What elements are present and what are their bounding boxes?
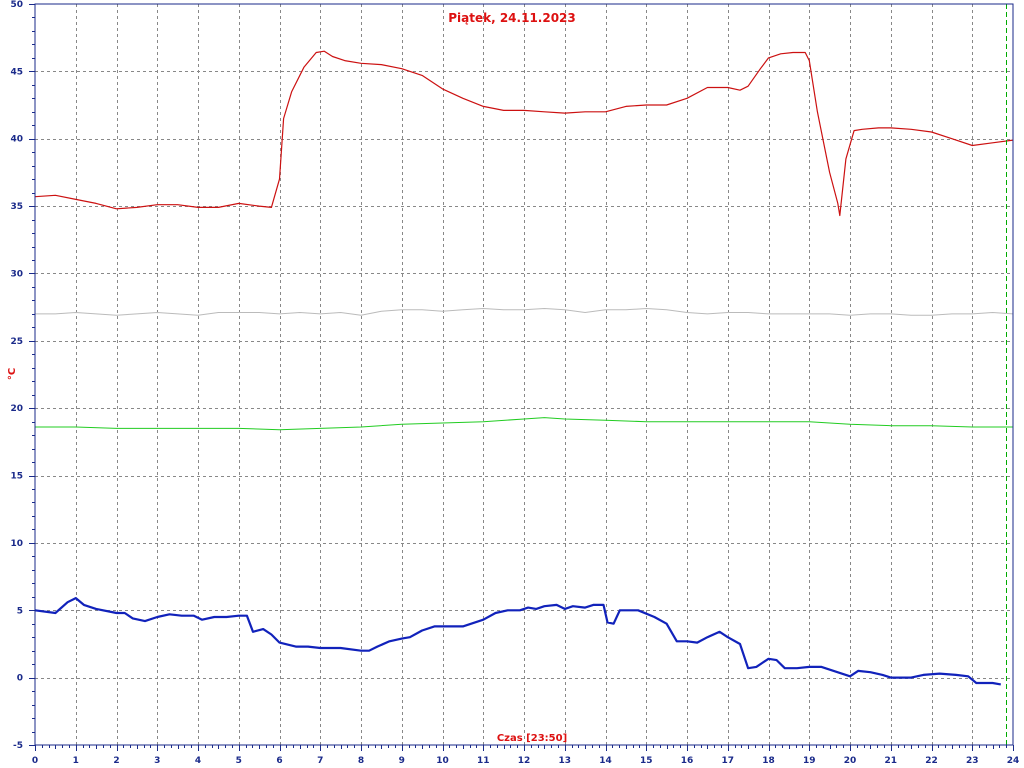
x-tick-label: 12 (518, 756, 531, 766)
x-tick-label: 15 (640, 756, 653, 766)
x-tick-label: 23 (966, 756, 979, 766)
y-tick-label: 20 (10, 404, 23, 414)
y-tick-label: 30 (10, 269, 23, 279)
x-tick-label: 0 (32, 756, 38, 766)
x-tick-label: 7 (317, 756, 323, 766)
chart-title: Piątek, 24.11.2023 (448, 11, 576, 25)
y-tick-label: 40 (10, 135, 23, 145)
x-tick-label: 18 (762, 756, 775, 766)
x-tick-label: 22 (925, 756, 938, 766)
y-tick-label: 10 (10, 539, 23, 549)
y-axis-label: °C (7, 368, 18, 380)
temperature-chart: -5051015202530354045500 1 2 3 4 5 6 7 8 9 10 11 12 13… (0, 0, 1024, 768)
x-axis-label: Czas [23:50] (497, 733, 567, 744)
x-tick-label: 21 (884, 756, 897, 766)
x-tick-label: 10 (436, 756, 449, 766)
x-tick-label: 1 (73, 756, 79, 766)
y-tick-label: 25 (10, 337, 23, 347)
y-tick-label: 15 (10, 472, 23, 482)
y-tick-label: 35 (10, 202, 23, 212)
x-tick-label: 16 (681, 756, 694, 766)
y-tick-label: -5 (13, 741, 23, 751)
x-tick-label: 5 (236, 756, 242, 766)
x-tick-label: 4 (195, 756, 201, 766)
y-tick-label: 5 (17, 606, 23, 616)
y-tick-label: 0 (17, 674, 23, 684)
x-tick-label: 11 (477, 756, 490, 766)
x-tick-label: 8 (358, 756, 364, 766)
x-tick-label: 24 (1007, 756, 1020, 766)
x-tick-label: 14 (599, 756, 612, 766)
x-tick-label: 20 (844, 756, 857, 766)
x-tick-label: 19 (803, 756, 816, 766)
x-tick-label: 9 (399, 756, 405, 766)
x-tick-label: 6 (276, 756, 282, 766)
x-tick-label: 3 (154, 756, 160, 766)
y-tick-label: 50 (10, 0, 23, 10)
x-tick-label: 13 (558, 756, 571, 766)
chart-background (0, 0, 1024, 768)
y-tick-label: 45 (10, 67, 23, 77)
x-tick-label: 2 (113, 756, 119, 766)
x-tick-label: 17 (721, 756, 734, 766)
